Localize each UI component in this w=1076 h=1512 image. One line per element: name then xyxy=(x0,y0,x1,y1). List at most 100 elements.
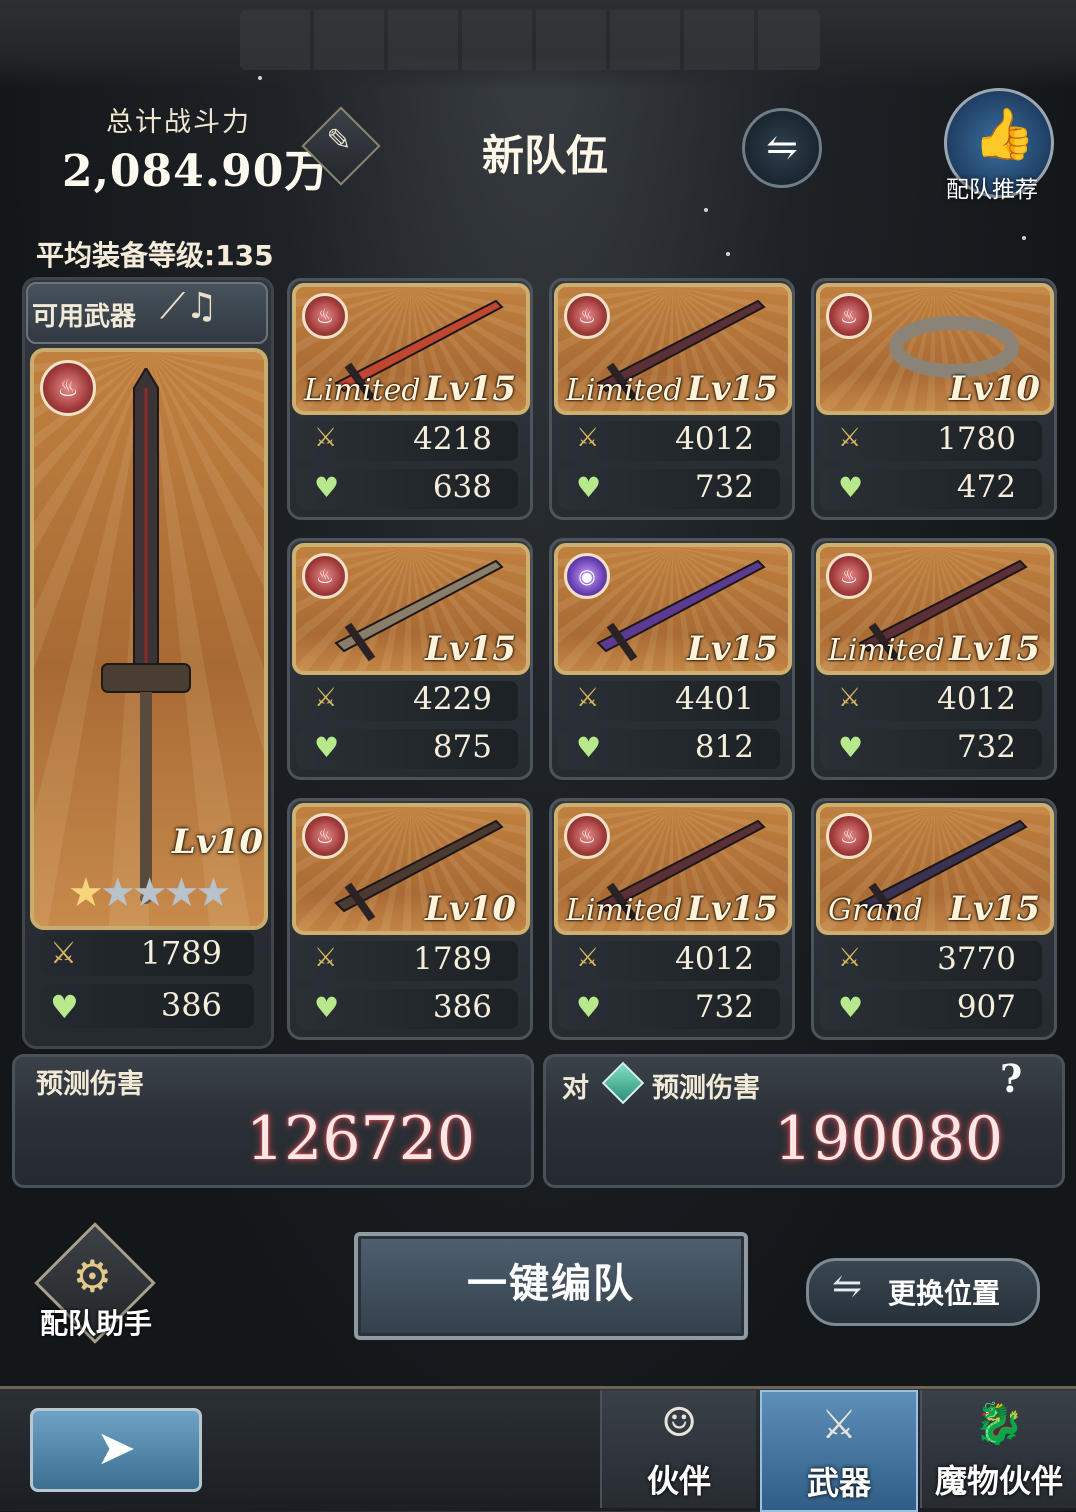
attack-row: ⚔ 4012 xyxy=(558,421,780,461)
weapon-level: Lv15 xyxy=(425,369,516,409)
weapon-image-frame: ♨ Limited Lv15 xyxy=(292,283,530,415)
attack-value: 4229 xyxy=(413,681,492,717)
total-power-label: 总计战斗力 xyxy=(106,107,251,138)
main-hp-value: 386 xyxy=(160,986,222,1024)
attack-value: 4401 xyxy=(675,681,754,717)
health-row: ♥ 472 xyxy=(820,469,1042,509)
weapon-card[interactable]: ♨ Limited Lv15 ⚔ 4012 ♥ 732 xyxy=(549,278,795,520)
weapon-level: Lv15 xyxy=(687,889,778,929)
back-button[interactable]: ➤ xyxy=(30,1408,202,1492)
health-value: 638 xyxy=(432,469,492,505)
fire-element-icon: ♨ xyxy=(564,293,610,339)
health-row: ♥ 386 xyxy=(296,989,518,1029)
attack-icon: ⚔ xyxy=(576,423,600,453)
health-row: ♥ 638 xyxy=(296,469,518,509)
weapon-level: Lv15 xyxy=(949,889,1040,929)
main-atk-value: 1789 xyxy=(140,934,222,972)
dark-element-icon: ◉ xyxy=(564,553,610,599)
weapon-image-frame: ♨ Lv10 xyxy=(816,283,1054,415)
health-row: ♥ 875 xyxy=(296,729,518,769)
main-weapon-level: Lv10 xyxy=(172,822,263,862)
fire-element-icon: ♨ xyxy=(826,553,872,599)
attack-value: 1780 xyxy=(937,421,1016,457)
team-assistant-label[interactable]: 配队助手 xyxy=(40,1302,152,1342)
vs-damage-value: 190080 xyxy=(774,1104,1004,1174)
health-icon: ♥ xyxy=(50,988,79,1026)
weapon-card[interactable]: ♨ Limited Lv15 ⚔ 4012 ♥ 732 xyxy=(549,798,795,1040)
recommend-team-label[interactable]: 配队推荐 xyxy=(946,170,1038,204)
health-icon: ♥ xyxy=(576,731,602,764)
tab-monster-companion-label: 魔物伙伴 xyxy=(934,1462,1063,1500)
tab-weapon[interactable]: ⚔ 武器 xyxy=(760,1390,918,1512)
weapon-icon: ⚔ xyxy=(821,1402,857,1448)
predicted-damage-value: 126720 xyxy=(246,1104,476,1174)
attack-icon: ⚔ xyxy=(838,943,862,973)
health-value: 907 xyxy=(956,989,1016,1025)
attack-value: 3770 xyxy=(937,941,1016,977)
spear-icon: ⟋ xyxy=(160,286,186,327)
attack-row: ⚔ 4012 xyxy=(820,681,1042,721)
weapon-tag: Limited xyxy=(566,893,683,928)
weapon-card[interactable]: ♨ Limited Lv15 ⚔ 4012 ♥ 732 xyxy=(811,538,1057,780)
tab-weapon-label: 武器 xyxy=(806,1464,871,1502)
weapon-image-frame: ◉ Lv15 xyxy=(554,543,792,675)
attack-icon: ⚔ xyxy=(576,683,600,713)
health-icon: ♥ xyxy=(576,471,602,504)
weapon-tag: Limited xyxy=(828,633,945,668)
total-power-value: 2,084.90万 xyxy=(62,146,330,197)
health-icon: ♥ xyxy=(314,731,340,764)
weapon-card[interactable]: ♨ Grand Lv15 ⚔ 3770 ♥ 907 xyxy=(811,798,1057,1040)
health-row: ♥ 812 xyxy=(558,729,780,769)
weapon-card[interactable]: ♨ Lv15 ⚔ 4229 ♥ 875 xyxy=(287,538,533,780)
weapon-tag: Grand xyxy=(828,893,923,928)
tab-companion[interactable]: ☺ 伙伴 xyxy=(600,1390,756,1508)
switch-team-button[interactable]: ⇋ xyxy=(742,108,822,188)
predicted-damage-label: 预测伤害 xyxy=(36,1069,144,1100)
health-row: ♥ 732 xyxy=(558,989,780,1029)
auto-team-button[interactable]: 一键编队 xyxy=(354,1232,748,1340)
sparkle xyxy=(258,76,262,80)
weapon-level: Lv15 xyxy=(687,629,778,669)
attack-row: ⚔ 1789 xyxy=(296,941,518,981)
weapon-level: Lv15 xyxy=(425,629,516,669)
attack-value: 1789 xyxy=(413,941,492,977)
tab-monster-companion[interactable]: 🐉 魔物伙伴 xyxy=(920,1390,1076,1508)
health-value: 386 xyxy=(432,989,492,1025)
monster-icon: 🐉 xyxy=(974,1401,1024,1447)
attack-row: ⚔ 3770 xyxy=(820,941,1042,981)
star-empty-icon: ★ xyxy=(99,870,136,916)
swap-arrows-icon: ⇋ xyxy=(766,125,798,169)
weapon-level: Lv15 xyxy=(949,629,1040,669)
health-icon: ♥ xyxy=(838,731,864,764)
weapon-tag: Limited xyxy=(566,373,683,408)
weapon-card[interactable]: ♨ Lv10 ⚔ 1789 ♥ 386 xyxy=(287,798,533,1040)
vs-damage-label: 预测伤害 xyxy=(652,1073,760,1104)
health-row: ♥ 732 xyxy=(558,469,780,509)
weapon-tag: Limited xyxy=(304,373,421,408)
attack-row: ⚔ 4012 xyxy=(558,941,780,981)
weapon-image-frame: ♨ Lv15 xyxy=(292,543,530,675)
weapon-level: Lv10 xyxy=(949,369,1040,409)
health-value: 732 xyxy=(956,729,1016,765)
sparkle xyxy=(704,208,708,212)
weapon-image-frame: ♨ Grand Lv15 xyxy=(816,803,1054,935)
health-value: 875 xyxy=(432,729,492,765)
attack-icon: ⚔ xyxy=(50,936,77,971)
health-value: 732 xyxy=(694,469,754,505)
weapon-card[interactable]: ◉ Lv15 ⚔ 4401 ♥ 812 xyxy=(549,538,795,780)
weapon-level: Lv15 xyxy=(687,369,778,409)
feather-icon: ✎ xyxy=(326,122,352,158)
weapon-card[interactable]: ♨ Limited Lv15 ⚔ 4218 ♥ 638 xyxy=(287,278,533,520)
attack-icon: ⚔ xyxy=(314,683,338,713)
attack-row: ⚔ 4229 xyxy=(296,681,518,721)
help-icon[interactable]: ? xyxy=(1000,1056,1022,1101)
attack-icon: ⚔ xyxy=(838,423,862,453)
swap-position-label[interactable]: 更换位置 xyxy=(888,1272,1000,1312)
weapon-level: Lv10 xyxy=(425,889,516,929)
attack-icon: ⚔ xyxy=(314,943,338,973)
team-name[interactable]: 新队伍 xyxy=(482,122,608,183)
thumbs-up-icon: 👍 xyxy=(973,105,1036,163)
sparkle xyxy=(726,252,730,256)
weapon-card[interactable]: ♨ Lv10 ⚔ 1780 ♥ 472 xyxy=(811,278,1057,520)
weapon-image-frame: ♨ Limited Lv15 xyxy=(554,803,792,935)
